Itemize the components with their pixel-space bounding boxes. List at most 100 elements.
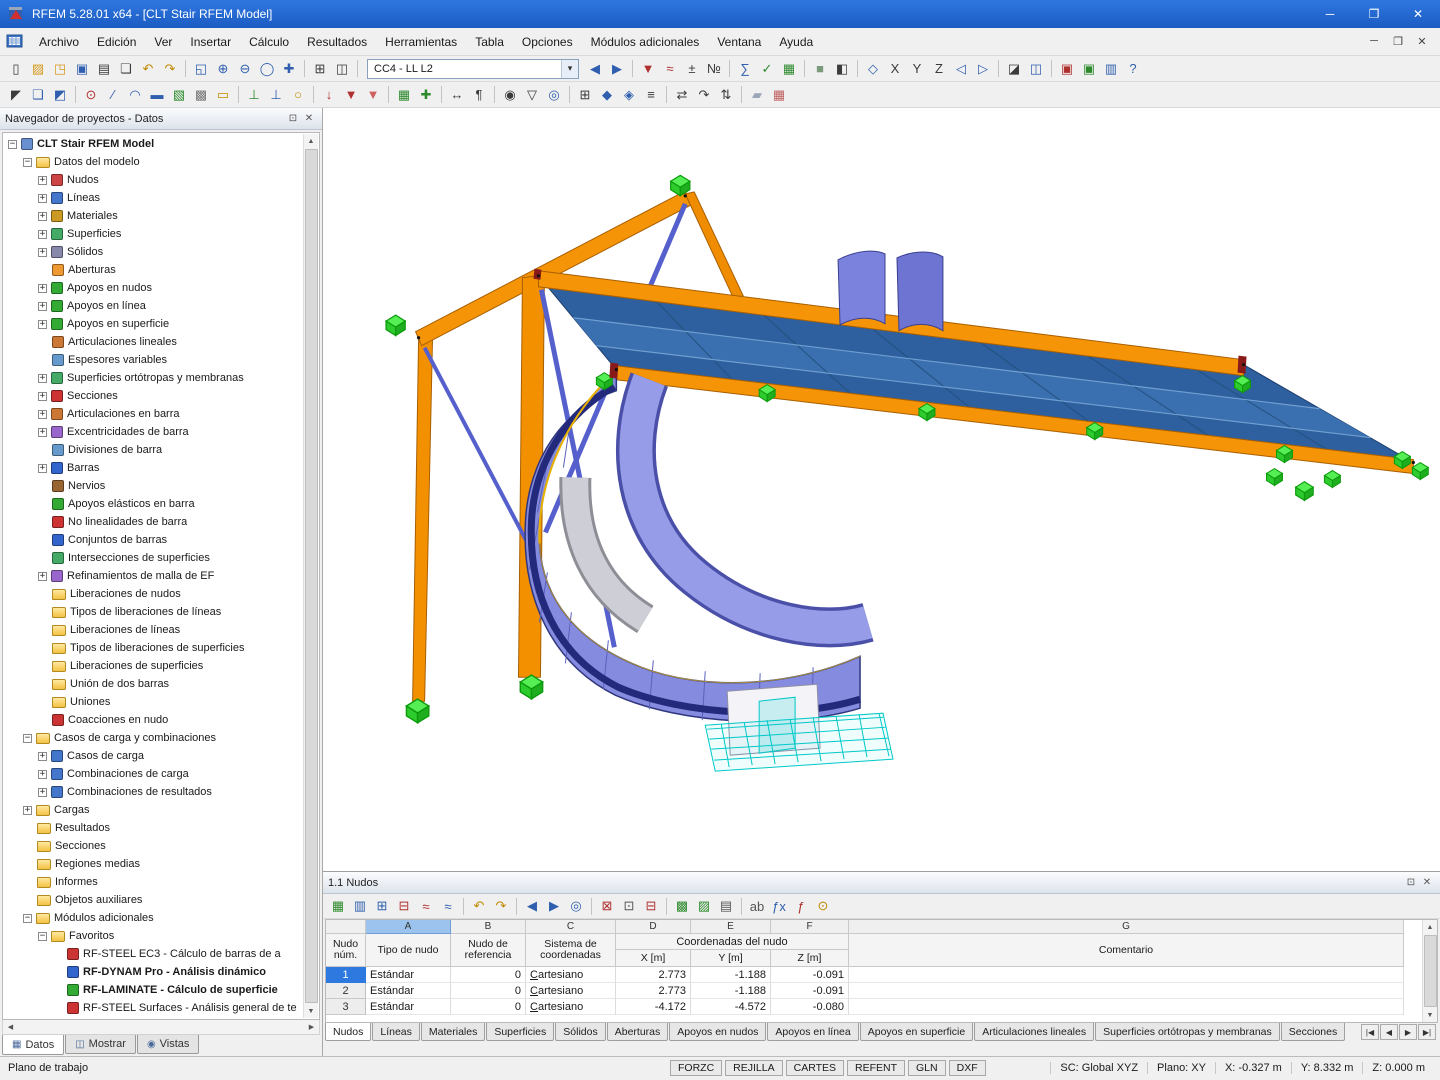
- mirror-icon[interactable]: ⇅: [715, 84, 737, 105]
- tree-item-superficies[interactable]: +Superficies: [5, 225, 303, 243]
- view-isometric-icon[interactable]: ◇: [862, 58, 884, 79]
- scroll-thumb[interactable]: [1424, 935, 1437, 1007]
- tree-expand-toggle[interactable]: +: [38, 176, 47, 185]
- table-tab-nudos[interactable]: Nudos: [325, 1023, 371, 1041]
- tree-item-módulos-adicionales[interactable]: −Módulos adicionales: [5, 909, 303, 927]
- show-tables-icon[interactable]: ⊞: [309, 58, 331, 79]
- tree-vertical-scrollbar[interactable]: ▲▼: [303, 134, 318, 1018]
- load-case-combo[interactable]: CC4 - LL L2 ▾: [367, 59, 579, 79]
- tree-expand-toggle[interactable]: −: [23, 914, 32, 923]
- render-mode-icon[interactable]: ■: [809, 58, 831, 79]
- add-module-icon[interactable]: ▣: [1078, 58, 1100, 79]
- redo-icon[interactable]: ↷: [490, 896, 512, 917]
- tree-expand-toggle[interactable]: +: [38, 248, 47, 257]
- tree-horizontal-scrollbar[interactable]: ◀▶: [2, 1020, 320, 1035]
- object-snap-icon[interactable]: ◈: [618, 84, 640, 105]
- tree-item-casos-de-carga-y-combinaciones[interactable]: −Casos de carga y combinaciones: [5, 729, 303, 747]
- guidelines-icon[interactable]: ≡: [640, 84, 662, 105]
- mesh-refinement-icon[interactable]: ✚: [415, 84, 437, 105]
- tree-item-articulaciones-en-barra[interactable]: +Articulaciones en barra: [5, 405, 303, 423]
- zoom-out-icon[interactable]: ⊖: [234, 58, 256, 79]
- tree-expand-toggle[interactable]: +: [38, 284, 47, 293]
- previous-load-case-icon[interactable]: ◀: [584, 58, 606, 79]
- tree-item-cargas[interactable]: +Cargas: [5, 801, 303, 819]
- new-arc-icon[interactable]: ◠: [124, 84, 146, 105]
- tree-item-tipos-de-liberaciones-de-líneas[interactable]: Tipos de liberaciones de líneas: [5, 603, 303, 621]
- user-defined-visibility-icon[interactable]: ◎: [543, 84, 565, 105]
- menu-tabla[interactable]: Tabla: [466, 31, 513, 53]
- font-settings-icon[interactable]: ab: [746, 896, 768, 917]
- zoom-all-icon[interactable]: ◯: [256, 58, 278, 79]
- column-letter-e[interactable]: E: [691, 920, 771, 934]
- tree-item-combinaciones-de-resultados[interactable]: +Combinaciones de resultados: [5, 783, 303, 801]
- status-button-rejilla[interactable]: REJILLA: [725, 1060, 782, 1076]
- tree-item-intersecciones-de-superficies[interactable]: Intersecciones de superficies: [5, 549, 303, 567]
- comment-cell[interactable]: [849, 999, 1404, 1015]
- tree-item-clt-stair-rfem-model[interactable]: −CLT Stair RFEM Model: [5, 135, 303, 153]
- coord-z-cell[interactable]: -0.080: [771, 999, 849, 1015]
- tree-item-sólidos[interactable]: +Sólidos: [5, 243, 303, 261]
- show-navigator-icon[interactable]: ◫: [331, 58, 353, 79]
- last-table-icon[interactable]: ▶|: [1418, 1024, 1436, 1040]
- coord-z-cell[interactable]: -0.091: [771, 983, 849, 999]
- coord-system-cell[interactable]: Cartesiano: [526, 967, 616, 983]
- new-member-load-icon[interactable]: ▼: [340, 84, 362, 105]
- open-project-icon[interactable]: ◳: [49, 58, 71, 79]
- status-button-gln[interactable]: GLN: [908, 1060, 946, 1076]
- tree-item-no-linealidades-de-barra[interactable]: No linealidades de barra: [5, 513, 303, 531]
- tree-expand-toggle[interactable]: +: [23, 806, 32, 815]
- tree-item-unión-de-dos-barras[interactable]: Unión de dos barras: [5, 675, 303, 693]
- view-in-x-icon[interactable]: X: [884, 58, 906, 79]
- delete-row-icon[interactable]: ⊟: [393, 896, 415, 917]
- visibilities-icon[interactable]: ◫: [1025, 58, 1047, 79]
- grid-snap-icon[interactable]: ◆: [596, 84, 618, 105]
- pin-icon[interactable]: ⊡: [1403, 877, 1419, 888]
- table-tab-apoyos-en-superficie[interactable]: Apoyos en superficie: [860, 1023, 973, 1041]
- tree-item-resultados[interactable]: Resultados: [5, 819, 303, 837]
- tree-item-conjuntos-de-barras[interactable]: Conjuntos de barras: [5, 531, 303, 549]
- tree-expand-toggle[interactable]: +: [38, 788, 47, 797]
- tree-item-liberaciones-de-nudos[interactable]: Liberaciones de nudos: [5, 585, 303, 603]
- table-tab-articulaciones-lineales[interactable]: Articulaciones lineales: [974, 1023, 1094, 1041]
- tree-item-apoyos-en-línea[interactable]: +Apoyos en línea: [5, 297, 303, 315]
- tree-item-coacciones-en-nudo[interactable]: Coacciones en nudo: [5, 711, 303, 729]
- table-tab-secciones[interactable]: Secciones: [1281, 1023, 1345, 1041]
- node-type-cell[interactable]: Estándar: [366, 967, 451, 983]
- tree-item-nudos[interactable]: +Nudos: [5, 171, 303, 189]
- tree-item-liberaciones-de-líneas[interactable]: Liberaciones de líneas: [5, 621, 303, 639]
- tree-item-objetos-auxiliares[interactable]: Objetos auxiliares: [5, 891, 303, 909]
- table-tab-apoyos-en-línea[interactable]: Apoyos en línea: [767, 1023, 858, 1041]
- tree-item-apoyos-en-nudos[interactable]: +Apoyos en nudos: [5, 279, 303, 297]
- display-properties-icon[interactable]: ◧: [831, 58, 853, 79]
- new-member-hinge-icon[interactable]: ○: [287, 84, 309, 105]
- new-surface-load-icon[interactable]: ▼: [362, 84, 384, 105]
- new-icon[interactable]: ▯: [5, 58, 27, 79]
- coord-z-cell[interactable]: -0.091: [771, 967, 849, 983]
- column-letter-a[interactable]: A: [366, 920, 451, 934]
- generate-mesh-icon[interactable]: ▦: [778, 58, 800, 79]
- menu-resultados[interactable]: Resultados: [298, 31, 376, 53]
- menu-archivo[interactable]: Archivo: [30, 31, 88, 53]
- comment-cell[interactable]: [849, 983, 1404, 999]
- close-button[interactable]: ✕: [1396, 0, 1440, 28]
- table-tab-sólidos[interactable]: Sólidos: [555, 1023, 605, 1041]
- scroll-thumb[interactable]: [305, 149, 318, 1003]
- menu-edición[interactable]: Edición: [88, 31, 145, 53]
- table-tab-aberturas[interactable]: Aberturas: [607, 1023, 669, 1041]
- close-icon[interactable]: ✕: [301, 113, 317, 124]
- tree-item-rf-steel-ec3-cálculo-de-barras-de-a[interactable]: RF-STEEL EC3 - Cálculo de barras de a: [5, 945, 303, 963]
- new-member-icon[interactable]: ▬: [146, 84, 168, 105]
- export-excel-icon[interactable]: ▩: [671, 896, 693, 917]
- column-letter-d[interactable]: D: [616, 920, 691, 934]
- tree-item-nervios[interactable]: Nervios: [5, 477, 303, 495]
- coord-y-cell[interactable]: -1.188: [691, 983, 771, 999]
- comment-cell[interactable]: [849, 967, 1404, 983]
- navigator-tab-vistas[interactable]: ◉Vistas: [137, 1035, 200, 1054]
- save-icon[interactable]: ▣: [71, 58, 93, 79]
- table-edit-mode-icon[interactable]: ▦: [327, 896, 349, 917]
- model-3d-view[interactable]: [323, 108, 1440, 871]
- node-type-cell[interactable]: Estándar: [366, 983, 451, 999]
- mesh-settings-icon[interactable]: ▦: [393, 84, 415, 105]
- clipping-plane-icon[interactable]: ◪: [1003, 58, 1025, 79]
- visibility-by-window-icon[interactable]: ◉: [499, 84, 521, 105]
